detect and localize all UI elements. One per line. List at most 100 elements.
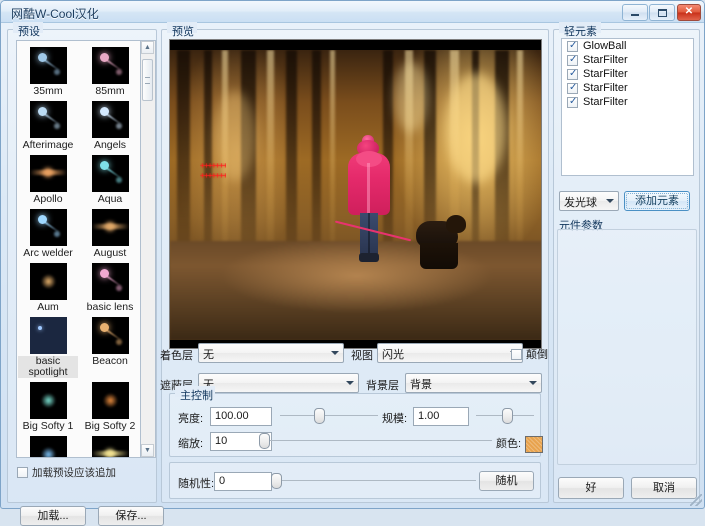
- preset-item[interactable]: Beacon: [79, 317, 141, 378]
- color-swatch[interactable]: [525, 436, 543, 453]
- scale-label: 规模:: [382, 410, 407, 426]
- preset-item[interactable]: Big Softy 2: [79, 382, 141, 432]
- elements-list[interactable]: GlowBallStarFilterStarFilterStarFilterSt…: [561, 38, 694, 176]
- view-label: 视图: [351, 347, 373, 363]
- preset-item[interactable]: Big Softy 1: [17, 382, 79, 432]
- maximize-button[interactable]: [649, 4, 675, 21]
- preset-group-title: 预设: [15, 23, 43, 39]
- preset-item[interactable]: Angels: [79, 101, 141, 151]
- preset-item[interactable]: Afterimage: [17, 101, 79, 151]
- preset-item[interactable]: 35mm: [17, 47, 79, 97]
- slider-thumb[interactable]: [271, 473, 282, 489]
- preview-image: +++++++ +++++++: [170, 50, 542, 340]
- dog-figure: [416, 215, 468, 308]
- close-button[interactable]: ✕: [677, 4, 701, 21]
- chevron-down-icon: [606, 199, 614, 203]
- preset-thumbnail: [92, 263, 129, 300]
- load-preset-button[interactable]: 加载...: [20, 506, 86, 526]
- preset-thumbnail: [92, 317, 129, 354]
- element-enabled-checkbox[interactable]: [567, 69, 578, 80]
- append-presets-checkbox[interactable]: 加载预设应该追加: [17, 465, 116, 480]
- preset-item-label: basic spotlight: [18, 356, 78, 378]
- scroll-down-icon[interactable]: ▼: [141, 444, 154, 457]
- preset-scrollbar[interactable]: ▲ ▼: [141, 40, 156, 458]
- brightness-slider[interactable]: [280, 408, 378, 424]
- obscuration-layer-combo[interactable]: 无: [198, 373, 359, 393]
- preset-item-label: Arc welder: [22, 248, 74, 259]
- flare-marker-1[interactable]: +++++++: [200, 163, 226, 173]
- preset-thumbnail: [30, 436, 67, 458]
- preset-item[interactable]: Bright Bar: [79, 436, 141, 458]
- brightness-label: 亮度:: [178, 410, 203, 426]
- element-enabled-checkbox[interactable]: [567, 41, 578, 52]
- title-bar: 网酷W-Cool汉化 ✕: [1, 1, 704, 23]
- preset-item-label: Angels: [93, 140, 127, 151]
- element-name-label: StarFilter: [583, 96, 628, 108]
- slider-thumb[interactable]: [502, 408, 513, 424]
- preset-thumbnail: [92, 209, 129, 246]
- plugin-dialog-window: 网酷W-Cool汉化 ✕ 预设 35mm 85mm Afterimage Angels…: [0, 0, 705, 509]
- background-layer-value: 背景: [410, 379, 432, 391]
- preset-item[interactable]: Aqua: [79, 155, 141, 205]
- cancel-button[interactable]: 取消: [631, 477, 697, 499]
- scale-slider[interactable]: [476, 408, 534, 424]
- preset-item[interactable]: Blue Star: [17, 436, 79, 458]
- invert-checkbox[interactable]: 颠倒: [511, 346, 548, 362]
- resize-grip[interactable]: [690, 494, 702, 506]
- randomness-slider[interactable]: [272, 473, 476, 489]
- element-name-label: StarFilter: [583, 68, 628, 80]
- flare-marker-2[interactable]: +++++++: [200, 173, 226, 183]
- preset-list[interactable]: 35mm 85mm Afterimage Angels ApolloAqua Arc we…: [16, 40, 141, 458]
- element-type-combo[interactable]: 发光球: [559, 191, 619, 211]
- preset-item[interactable]: 85mm: [79, 47, 141, 97]
- preset-thumbnail: [30, 47, 67, 84]
- save-preset-button[interactable]: 保存...: [98, 506, 164, 526]
- scale-input[interactable]: 1.00: [413, 407, 469, 426]
- preset-item[interactable]: Aum: [17, 263, 79, 313]
- element-list-item[interactable]: StarFilter: [562, 67, 693, 81]
- element-enabled-checkbox[interactable]: [567, 55, 578, 66]
- element-list-item[interactable]: StarFilter: [562, 95, 693, 109]
- background-layer-label: 背景层: [366, 377, 399, 393]
- preset-item-label: 35mm: [32, 86, 63, 97]
- zoom-label: 缩放:: [178, 435, 203, 451]
- preset-item[interactable]: Apollo: [17, 155, 79, 205]
- color-label: 颜色:: [496, 435, 521, 451]
- add-element-button[interactable]: 添加元素: [624, 191, 690, 211]
- preset-item[interactable]: Arc welder: [17, 209, 79, 259]
- view-value: 闪光: [382, 349, 404, 361]
- tint-layer-combo[interactable]: 无: [198, 343, 344, 363]
- element-enabled-checkbox[interactable]: [567, 97, 578, 108]
- preset-thumbnail: [30, 263, 67, 300]
- preset-grid: 35mm 85mm Afterimage Angels ApolloAqua Arc we…: [17, 41, 141, 458]
- scrollbar-thumb[interactable]: [142, 59, 153, 101]
- element-list-item[interactable]: StarFilter: [562, 81, 693, 95]
- element-list-item[interactable]: StarFilter: [562, 53, 693, 67]
- element-enabled-checkbox[interactable]: [567, 83, 578, 94]
- minimize-button[interactable]: [622, 4, 648, 21]
- brightness-input[interactable]: 100.00: [210, 407, 272, 426]
- slider-track: [280, 415, 378, 416]
- randomness-input[interactable]: 0: [214, 472, 272, 491]
- preset-item[interactable]: basic spotlight: [17, 317, 79, 378]
- element-name-label: GlowBall: [583, 40, 626, 52]
- element-list-item[interactable]: GlowBall: [562, 39, 693, 53]
- close-icon: ✕: [678, 7, 700, 17]
- slider-thumb[interactable]: [314, 408, 325, 424]
- preset-item-label: Afterimage: [22, 140, 75, 151]
- view-combo[interactable]: 闪光: [377, 343, 523, 363]
- slider-thumb[interactable]: [259, 433, 270, 449]
- ok-button[interactable]: 好: [558, 477, 624, 499]
- preview-canvas[interactable]: +++++++ +++++++: [169, 39, 542, 349]
- randomize-button[interactable]: 随机: [479, 471, 534, 491]
- preset-item-label: Beacon: [91, 356, 129, 367]
- zoom-slider[interactable]: [259, 433, 492, 449]
- append-checkbox-box[interactable]: [17, 467, 28, 478]
- invert-checkbox-box[interactable]: [511, 349, 522, 360]
- background-layer-combo[interactable]: 背景: [405, 373, 542, 393]
- preset-thumbnail: [92, 155, 129, 192]
- scroll-up-icon[interactable]: ▲: [141, 41, 154, 54]
- preset-item[interactable]: basic lens: [79, 263, 141, 313]
- preset-item[interactable]: August: [79, 209, 141, 259]
- slider-track: [259, 440, 492, 441]
